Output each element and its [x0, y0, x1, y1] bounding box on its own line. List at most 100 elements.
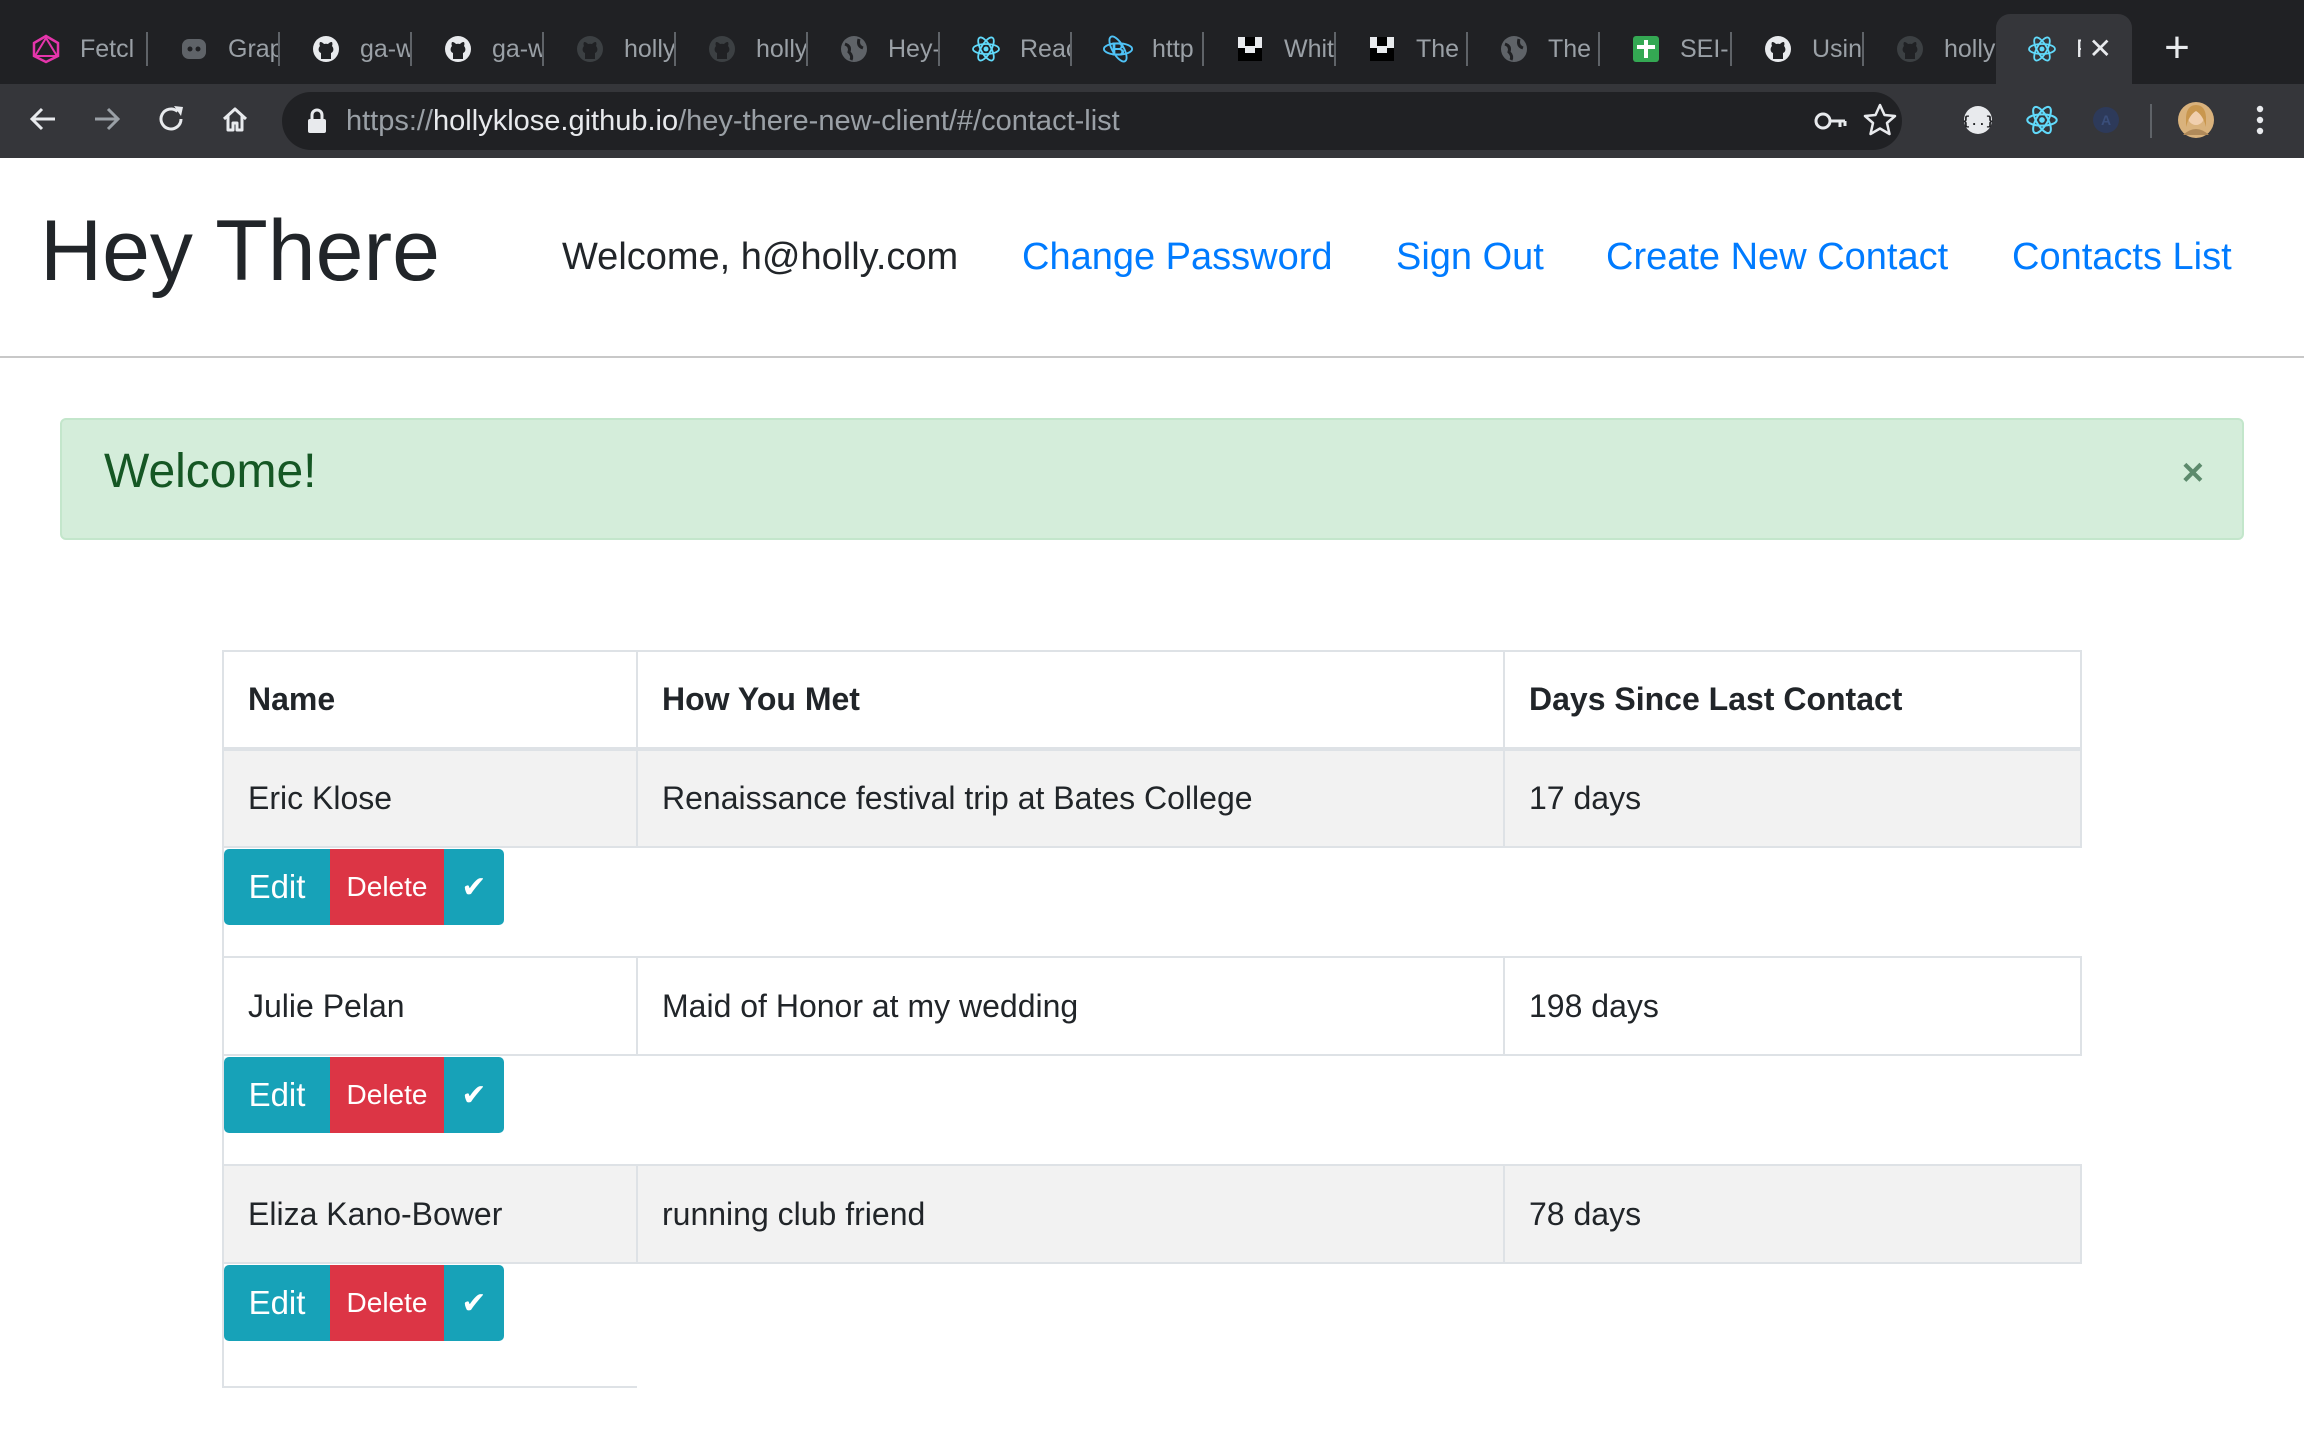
- browser-tab[interactable]: holly: [676, 14, 808, 84]
- github-icon: [574, 33, 606, 65]
- graphql-icon: [30, 33, 62, 65]
- empty-cell: [637, 1263, 1504, 1387]
- browser-tab[interactable]: Grap: [148, 14, 280, 84]
- new-tab-button[interactable]: +: [2152, 24, 2202, 74]
- row-actions-cell: Edit Delete ✔: [222, 1055, 637, 1165]
- react-icon: [970, 33, 1002, 65]
- bootstrap-icon: B: [1102, 33, 1134, 65]
- github-icon: [1894, 33, 1926, 65]
- delete-button[interactable]: Delete: [330, 1057, 444, 1133]
- edit-button[interactable]: Edit: [224, 1057, 330, 1133]
- edit-button[interactable]: Edit: [224, 849, 330, 925]
- contact-name: Eliza Kano-Bower: [222, 1164, 638, 1264]
- browser-tab[interactable]: ga-w: [280, 14, 412, 84]
- github-icon: [310, 33, 342, 65]
- tab-title: holly: [624, 34, 676, 63]
- more-vert-icon[interactable]: [2240, 100, 2280, 140]
- forward-button[interactable]: [78, 92, 136, 150]
- mark-contacted-button[interactable]: ✔: [444, 849, 504, 925]
- column-header-name: Name: [222, 650, 638, 751]
- react-devtools-icon[interactable]: [2022, 100, 2062, 140]
- home-icon: [220, 104, 250, 139]
- alert-message: Welcome!: [104, 445, 317, 498]
- browser-tab[interactable]: Hey-: [808, 14, 940, 84]
- contact-days-since: 17 days: [1503, 748, 2082, 848]
- key-icon[interactable]: [1812, 103, 1848, 144]
- browser-tab-strip: Fetcl Grap ga-w ga-w holly holly Hey- Re…: [0, 0, 2304, 84]
- mark-contacted-button[interactable]: ✔: [444, 1265, 504, 1341]
- tab-title: holly: [756, 34, 808, 63]
- url-text: https://hollyklose.github.io/hey-there-n…: [346, 105, 1120, 138]
- tab-title: Whit: [1284, 34, 1334, 63]
- profile-avatar[interactable]: [2176, 100, 2216, 140]
- browser-tab-active[interactable]: R ✕: [1996, 14, 2132, 84]
- tab-title: Hey-: [888, 34, 940, 63]
- browser-tab[interactable]: The: [1468, 14, 1600, 84]
- address-bar[interactable]: https://hollyklose.github.io/hey-there-n…: [282, 92, 1902, 150]
- sign-out-link[interactable]: Sign Out: [1396, 236, 1544, 279]
- star-icon[interactable]: [1862, 102, 1898, 143]
- tab-title: Reac: [1020, 34, 1072, 63]
- browser-tab[interactable]: holly: [1864, 14, 1996, 84]
- github-icon: [442, 33, 474, 65]
- empty-cell: [1504, 1263, 2081, 1387]
- browser-tab[interactable]: Fetcl: [0, 14, 148, 84]
- create-new-contact-link[interactable]: Create New Contact: [1606, 236, 1948, 279]
- table-row: Eric Klose Renaissance festival trip at …: [222, 748, 2082, 848]
- table-header-row: Name How You Met Days Since Last Contact: [222, 650, 2082, 751]
- change-password-link[interactable]: Change Password: [1022, 236, 1333, 279]
- extension-icon[interactable]: A: [2086, 100, 2126, 140]
- delete-button[interactable]: Delete: [330, 1265, 444, 1341]
- tab-title: The: [1416, 34, 1460, 63]
- url-scheme: https://: [346, 105, 434, 137]
- empty-cell: [1504, 1055, 2081, 1165]
- react-icon: [2026, 33, 2058, 65]
- browser-tab[interactable]: Whit: [1204, 14, 1336, 84]
- browser-tab[interactable]: Reac: [940, 14, 1072, 84]
- browser-tab[interactable]: holly: [544, 14, 676, 84]
- globe-icon: [838, 33, 870, 65]
- svg-text:{..}: {..}: [1962, 114, 1993, 129]
- svg-text:B: B: [1111, 39, 1125, 60]
- reload-icon: [156, 104, 186, 139]
- browser-tab[interactable]: The: [1336, 14, 1468, 84]
- column-header-days-since: Days Since Last Contact: [1503, 650, 2082, 751]
- home-button[interactable]: [206, 92, 264, 150]
- tab-title: ga-w: [492, 34, 544, 63]
- contact-how-met: Maid of Honor at my wedding: [636, 956, 1505, 1056]
- contacts-list-link[interactable]: Contacts List: [2012, 236, 2232, 279]
- browser-tab[interactable]: B http: [1072, 14, 1204, 84]
- browser-tab[interactable]: ga-w: [412, 14, 544, 84]
- action-button-group: Edit Delete ✔: [224, 1057, 637, 1133]
- empty-cell: [637, 847, 1504, 957]
- json-viewer-extension-icon[interactable]: {..}: [1958, 100, 1998, 140]
- tab-title: The: [1548, 34, 1592, 63]
- arrow-right-icon: [92, 104, 122, 139]
- unsplash-icon: [1366, 33, 1398, 65]
- browser-tab[interactable]: Usin: [1732, 14, 1864, 84]
- close-tab-icon[interactable]: ✕: [2089, 35, 2112, 63]
- url-path: /hey-there-new-client/#/contact-list: [678, 105, 1120, 137]
- sheets-icon: [1630, 33, 1662, 65]
- column-header-how-you-met: How You Met: [636, 650, 1505, 751]
- browser-tab[interactable]: SEI-: [1600, 14, 1732, 84]
- url-host: hollyklose.github.io: [433, 105, 679, 137]
- edit-button[interactable]: Edit: [224, 1265, 330, 1341]
- contact-days-since: 198 days: [1503, 956, 2082, 1056]
- toolbar-divider: [2150, 104, 2152, 138]
- tab-title: Usin: [1812, 34, 1863, 63]
- mark-contacted-button[interactable]: ✔: [444, 1057, 504, 1133]
- action-button-group: Edit Delete ✔: [224, 849, 637, 925]
- app-header: Hey There Welcome, h@holly.com Change Pa…: [0, 158, 2304, 358]
- delete-button[interactable]: Delete: [330, 849, 444, 925]
- unsplash-icon: [1234, 33, 1266, 65]
- reload-button[interactable]: [142, 92, 200, 150]
- contact-name: Eric Klose: [222, 748, 638, 848]
- svg-text:A: A: [2101, 112, 2111, 128]
- row-actions: Edit Delete ✔: [222, 1055, 2081, 1165]
- tab-title: Fetcl: [80, 34, 135, 63]
- back-button[interactable]: [14, 92, 72, 150]
- github-icon: [1762, 33, 1794, 65]
- contact-how-met: running club friend: [636, 1164, 1505, 1264]
- close-alert-icon[interactable]: ×: [2182, 454, 2204, 492]
